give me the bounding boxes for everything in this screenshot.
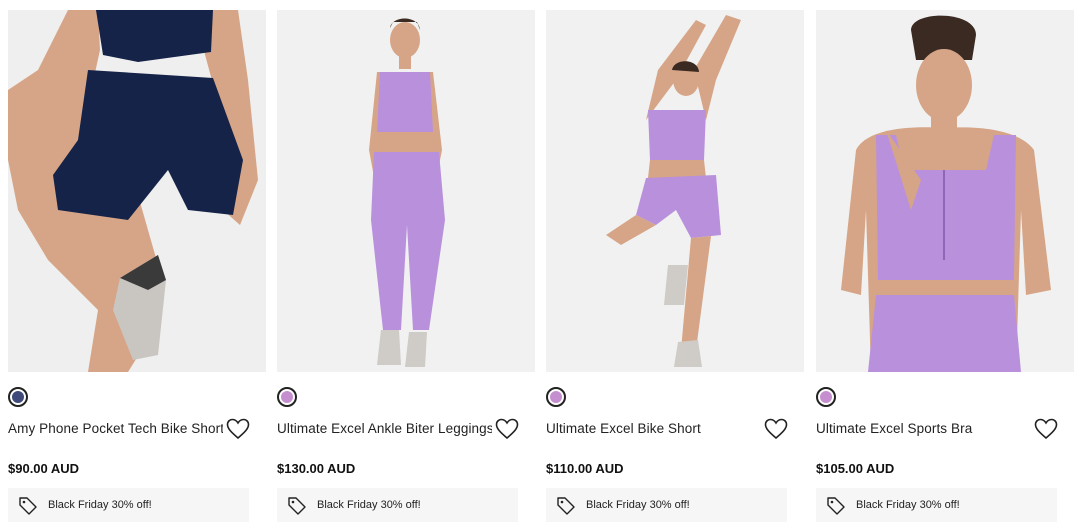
promo-text: Black Friday 30% off! xyxy=(586,499,690,511)
product-image[interactable] xyxy=(277,10,535,372)
product-price: $90.00 AUD xyxy=(8,461,80,476)
heart-icon xyxy=(1034,418,1058,440)
product-image[interactable] xyxy=(8,10,266,372)
swatch-fill xyxy=(281,391,293,403)
tag-icon xyxy=(19,497,37,515)
color-swatch[interactable] xyxy=(277,387,297,407)
swatch-fill xyxy=(820,391,832,403)
promo-badge: Black Friday 30% off! xyxy=(277,488,518,522)
product-card[interactable]: Ultimate Excel Sports Bra $105.00 AUD Bl… xyxy=(816,10,1074,527)
product-card[interactable]: Ultimate Excel Bike Short $110.00 AUD Bl… xyxy=(546,10,804,527)
swatch-fill xyxy=(12,391,24,403)
promo-text: Black Friday 30% off! xyxy=(317,499,421,511)
product-name[interactable]: Ultimate Excel Bike Short xyxy=(546,421,761,437)
promo-badge: Black Friday 30% off! xyxy=(8,488,249,522)
product-grid: Amy Phone Pocket Tech Bike Short $90.00 … xyxy=(0,0,1080,527)
wishlist-button[interactable] xyxy=(226,418,250,440)
tag-icon xyxy=(827,497,845,515)
product-image[interactable] xyxy=(816,10,1074,372)
promo-text: Black Friday 30% off! xyxy=(856,499,960,511)
product-card[interactable]: Ultimate Excel Ankle Biter Leggings $130… xyxy=(277,10,535,527)
product-name[interactable]: Ultimate Excel Ankle Biter Leggings xyxy=(277,421,492,437)
product-price: $105.00 AUD xyxy=(816,461,895,476)
promo-text: Black Friday 30% off! xyxy=(48,499,152,511)
wishlist-button[interactable] xyxy=(495,418,519,440)
wishlist-button[interactable] xyxy=(1034,418,1058,440)
product-card[interactable]: Amy Phone Pocket Tech Bike Short $90.00 … xyxy=(8,10,266,527)
tag-icon xyxy=(557,497,575,515)
product-name[interactable]: Ultimate Excel Sports Bra xyxy=(816,421,1031,437)
heart-icon xyxy=(495,418,519,440)
color-swatch[interactable] xyxy=(8,387,28,407)
swatch-fill xyxy=(550,391,562,403)
heart-icon xyxy=(764,418,788,440)
product-price: $130.00 AUD xyxy=(277,461,356,476)
product-name[interactable]: Amy Phone Pocket Tech Bike Short xyxy=(8,421,223,437)
color-swatch[interactable] xyxy=(546,387,566,407)
promo-badge: Black Friday 30% off! xyxy=(546,488,787,522)
promo-badge: Black Friday 30% off! xyxy=(816,488,1057,522)
tag-icon xyxy=(288,497,306,515)
color-swatch[interactable] xyxy=(816,387,836,407)
wishlist-button[interactable] xyxy=(764,418,788,440)
product-price: $110.00 AUD xyxy=(546,461,624,476)
product-image[interactable] xyxy=(546,10,804,372)
heart-icon xyxy=(226,418,250,440)
